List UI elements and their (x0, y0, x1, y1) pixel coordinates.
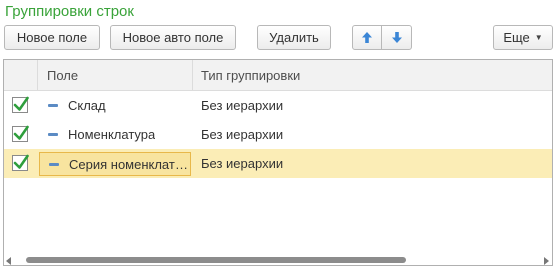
check-cell (4, 149, 38, 178)
check-icon (13, 154, 29, 169)
group-type-cell[interactable]: Без иерархии (193, 91, 283, 120)
chevron-down-icon: ▼ (534, 33, 543, 42)
move-up-button[interactable] (352, 25, 382, 50)
arrow-down-icon (391, 32, 402, 43)
grid-header: Поле Тип группировки (4, 60, 552, 91)
check-icon (13, 96, 29, 111)
move-down-button[interactable] (381, 25, 412, 50)
field-cell[interactable]: Номенклатура (38, 120, 193, 149)
new-field-button[interactable]: Новое поле (4, 25, 100, 50)
field-icon (48, 133, 58, 136)
more-label: Еще (503, 30, 530, 45)
table-row[interactable]: Склад Без иерархии (4, 91, 552, 120)
header-field[interactable]: Поле (38, 60, 193, 91)
field-cell[interactable]: Склад (38, 91, 193, 120)
delete-button[interactable]: Удалить (257, 25, 331, 50)
field-name: Склад (68, 98, 106, 113)
new-auto-field-button[interactable]: Новое авто поле (110, 25, 236, 50)
groupings-grid: Поле Тип группировки Склад Без иерархии (3, 59, 553, 266)
arrow-up-icon (362, 32, 372, 43)
row-checkbox[interactable] (12, 154, 29, 171)
field-cell-active[interactable]: Серия номенклатуры (39, 152, 191, 176)
scroll-right-icon[interactable] (544, 257, 549, 265)
field-name: Номенклатура (68, 127, 156, 142)
row-checkbox[interactable] (12, 96, 29, 113)
table-row-selected[interactable]: Серия номенклатуры Без иерархии (4, 149, 552, 178)
page-title: Группировки строк (5, 3, 134, 20)
field-icon (48, 104, 58, 107)
field-name: Серия номенклатуры (69, 156, 190, 172)
row-checkbox[interactable] (12, 125, 29, 142)
check-icon (13, 125, 29, 140)
scroll-left-icon[interactable] (6, 257, 11, 265)
group-type-cell[interactable]: Без иерархии (193, 149, 283, 178)
field-icon (49, 162, 59, 166)
more-button[interactable]: Еще ▼ (493, 25, 553, 50)
horizontal-scrollbar-thumb[interactable] (26, 257, 406, 263)
group-type-cell[interactable]: Без иерархии (193, 120, 283, 149)
check-cell (4, 120, 38, 149)
check-cell (4, 91, 38, 120)
header-group-type[interactable]: Тип группировки (193, 60, 552, 91)
header-check-column[interactable] (4, 60, 38, 91)
table-row[interactable]: Номенклатура Без иерархии (4, 120, 552, 149)
